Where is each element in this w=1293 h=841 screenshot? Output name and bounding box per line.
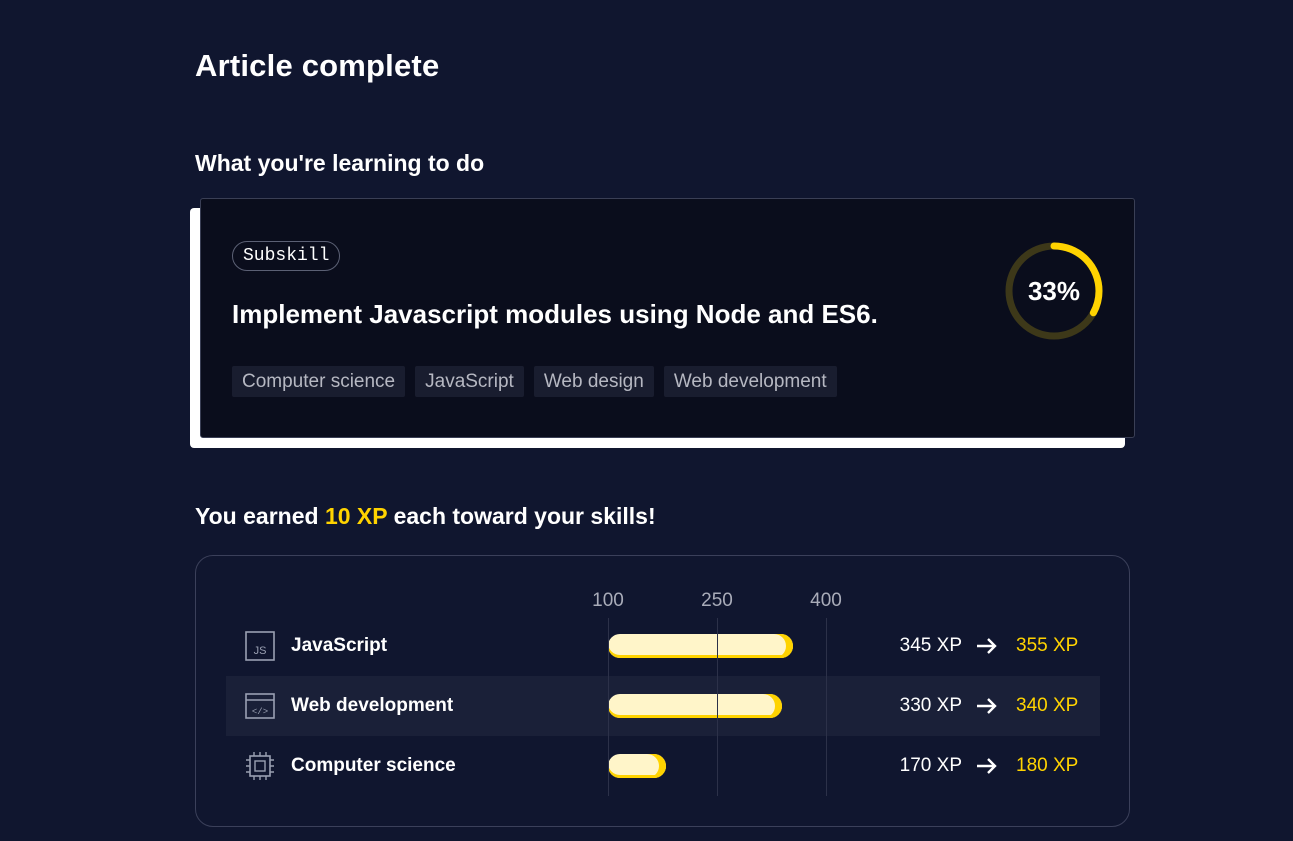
tag-web-development: Web development <box>663 366 837 397</box>
xp-after: 355 XP <box>1016 635 1079 656</box>
skill-row-javascript: JS JavaScript 345 XP 355 XP <box>226 616 1100 676</box>
xp-bar <box>608 754 667 778</box>
cpu-chip-icon <box>246 752 274 780</box>
arrow-right-icon <box>977 698 997 714</box>
xp-heading-prefix: You earned <box>195 503 325 529</box>
xp-before: 170 XP <box>899 755 962 776</box>
xp-heading: You earned 10 XP each toward your skills… <box>195 503 656 530</box>
xp-after: 340 XP <box>1016 695 1079 716</box>
svg-text:JS: JS <box>254 645 267 657</box>
skill-name: Web development <box>291 695 454 716</box>
skill-row-computer-science: Computer science 170 XP 180 XP <box>226 736 1100 796</box>
skill-name: Computer science <box>291 755 456 776</box>
xp-heading-amount: 10 XP <box>324 503 388 529</box>
js-file-icon: JS <box>245 631 275 661</box>
tag-list: Computer science JavaScript Web design W… <box>232 366 837 397</box>
code-window-icon: </> <box>245 693 275 719</box>
subskill-title: Implement Javascript modules using Node … <box>232 299 878 329</box>
tag-web-design: Web design <box>533 366 654 397</box>
axis-tick-100: 100 <box>592 590 624 611</box>
subskill-badge: Subskill <box>232 241 341 271</box>
xp-bar <box>608 634 794 658</box>
tag-javascript: JavaScript <box>415 366 524 397</box>
arrow-right-icon <box>977 758 997 774</box>
skill-row-web-development: </> Web development 330 XP 340 XP <box>226 676 1100 736</box>
gridline-100 <box>608 618 609 796</box>
xp-before: 345 XP <box>899 635 962 656</box>
subskill-card[interactable]: Subskill Implement Javascript modules us… <box>200 198 1135 438</box>
skill-name: JavaScript <box>291 635 388 656</box>
progress-percent: 33% <box>1027 275 1081 306</box>
article-complete-page: Article complete What you're learning to… <box>0 0 1293 841</box>
axis-tick-400: 400 <box>810 590 842 611</box>
arrow-right-icon <box>977 638 997 654</box>
svg-text:</>: </> <box>252 707 268 717</box>
learning-heading: What you're learning to do <box>195 150 485 176</box>
xp-panel: 100 250 400 JS JavaScript 345 XP 355 XP … <box>195 555 1130 827</box>
tag-computer-science: Computer science <box>232 366 406 397</box>
xp-before: 330 XP <box>899 695 962 716</box>
page-title: Article complete <box>195 48 440 83</box>
xp-heading-suffix: each toward your skills! <box>387 503 656 529</box>
gridline-250 <box>717 618 718 796</box>
axis-tick-250: 250 <box>701 590 733 611</box>
xp-after: 180 XP <box>1016 755 1079 776</box>
gridline-400 <box>826 618 827 796</box>
xp-bar <box>608 694 783 718</box>
